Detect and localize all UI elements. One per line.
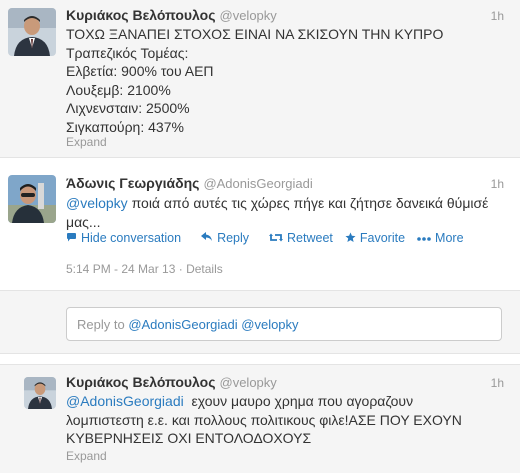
tweet-time[interactable]: 1h — [491, 376, 504, 390]
reply-button[interactable]: Reply — [201, 231, 249, 245]
speech-bubble-icon — [66, 232, 77, 245]
tweet-timestamp[interactable]: 5:14 PM - 24 Mar 13 — [66, 262, 175, 276]
more-button[interactable]: More — [417, 231, 464, 245]
author-name-text[interactable]: Κυριάκος Βελόπουλος — [66, 7, 216, 23]
mention-link[interactable]: @velopky — [66, 195, 128, 211]
retweet-label: Retweet — [287, 231, 333, 245]
author-name-text[interactable]: Κυριάκος Βελόπουλος — [66, 374, 216, 390]
reply-box-area: Reply to @AdonisGeorgiadi @velopky — [0, 290, 520, 354]
tweet-text: ΤΟΧΩ ΞΑΝΑΠΕΙ ΣΤΟΧΟΣ ΕΙΝΑΙ ΝΑ ΣΚΙΣΟΥΝ ΤΗΝ… — [66, 26, 444, 135]
tweet-text: @AdonisGeorgiadi εχουν μαυρο χρημα που α… — [66, 392, 486, 448]
author-name[interactable]: Κυριάκος Βελόπουλος @velopky — [66, 7, 277, 23]
retweet-button[interactable]: Retweet — [269, 231, 333, 245]
author-handle[interactable]: @velopky — [220, 375, 277, 390]
star-icon — [345, 232, 356, 245]
retweet-icon — [269, 232, 284, 245]
tweet-text: @velopky ποιά από αυτές τις χώρες πήγε κ… — [66, 194, 506, 231]
more-label: More — [435, 231, 464, 245]
more-dots-icon — [417, 232, 431, 244]
author-name-text[interactable]: Άδωνις Γεωργιάδης — [66, 175, 199, 191]
author-name[interactable]: Κυριάκος Βελόπουλος @velopky — [66, 374, 277, 390]
favorite-button[interactable]: Favorite — [345, 231, 405, 245]
tweet-time[interactable]: 1h — [491, 177, 504, 191]
details-link[interactable]: Details — [186, 262, 223, 276]
avatar-adonisgeorgiadi[interactable] — [8, 175, 56, 223]
avatar-velopky[interactable] — [8, 8, 56, 56]
separator-dot: · — [178, 262, 183, 276]
reply-mention-velopky: @velopky — [241, 317, 299, 332]
avatar-image — [8, 8, 56, 56]
mention-link[interactable]: @AdonisGeorgiadi — [66, 393, 184, 409]
tweet-1[interactable]: Κυριάκος Βελόπουλος @velopky 1h ΤΟΧΩ ΞΑΝΑ… — [0, 0, 520, 158]
author-handle[interactable]: @AdonisGeorgiadi — [203, 176, 312, 191]
reply-label: Reply — [217, 231, 250, 245]
reply-mention-adonis: @AdonisGeorgiadi — [128, 317, 238, 332]
reply-prefix: Reply to — [77, 317, 129, 332]
avatar-velopky[interactable] — [24, 377, 56, 409]
author-name[interactable]: Άδωνις Γεωργιάδης @AdonisGeorgiadi — [66, 175, 313, 191]
hide-conversation-label: Hide conversation — [81, 231, 182, 245]
expand-link[interactable]: Expand — [66, 135, 107, 149]
tweet-body: ποιά από αυτές τις χώρες πήγε και ζήτησε… — [66, 195, 489, 230]
reply-arrow-icon — [201, 232, 213, 244]
reply-input[interactable]: Reply to @AdonisGeorgiadi @velopky — [66, 307, 502, 341]
tweet-3[interactable]: Κυριάκος Βελόπουλος @velopky 1h @AdonisGe… — [0, 364, 520, 473]
avatar-image — [24, 377, 56, 409]
tweet-timestamp-row: 5:14 PM - 24 Mar 13 · Details — [66, 262, 223, 276]
tweet-actions: Hide conversation Reply Retweet Favorite… — [66, 231, 464, 245]
author-handle[interactable]: @velopky — [220, 8, 277, 23]
expand-link[interactable]: Expand — [66, 449, 107, 463]
tweet-time[interactable]: 1h — [491, 9, 504, 23]
hide-conversation-button[interactable]: Hide conversation — [66, 231, 181, 245]
avatar-image — [8, 175, 56, 223]
tweet-2[interactable]: Άδωνις Γεωργιάδης @AdonisGeorgiadi 1h @ve… — [0, 160, 520, 290]
favorite-label: Favorite — [359, 231, 406, 245]
